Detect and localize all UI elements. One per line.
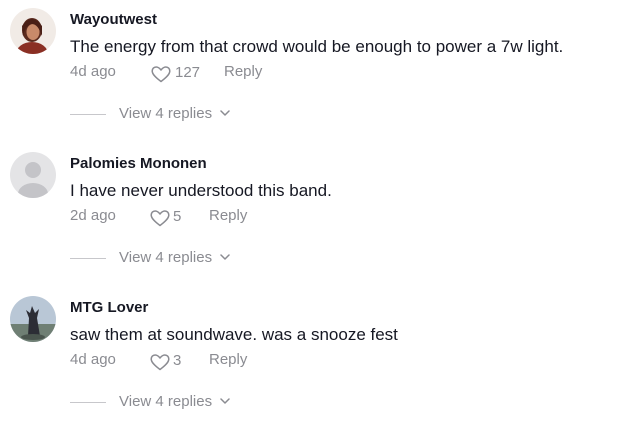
divider (70, 402, 106, 403)
heart-icon (150, 354, 170, 371)
username[interactable]: Wayoutwest (70, 11, 157, 28)
avatar[interactable] (10, 152, 56, 198)
chevron-down-icon (220, 254, 231, 260)
view-replies-label: View 4 replies (119, 105, 213, 122)
chevron-down-icon (220, 110, 231, 116)
avatar[interactable] (10, 8, 56, 54)
like-count: 5 (173, 208, 182, 225)
comment-date: 4d ago (70, 63, 116, 80)
view-replies-button[interactable]: View 4 replies (119, 105, 231, 122)
like-count: 127 (175, 64, 201, 81)
profile-photo-icon (10, 8, 56, 54)
divider (70, 114, 106, 115)
view-replies-label: View 4 replies (119, 393, 213, 410)
reply-button[interactable]: Reply (209, 351, 247, 368)
like-button[interactable]: 3 (150, 351, 186, 371)
like-count: 3 (173, 352, 182, 369)
reply-button[interactable]: Reply (209, 207, 247, 224)
divider (70, 258, 106, 259)
view-replies-row: View 4 replies (70, 249, 270, 269)
like-button[interactable]: 5 (150, 207, 186, 227)
comment-date: 2d ago (70, 207, 116, 224)
avatar[interactable] (10, 296, 56, 342)
comment-text: saw them at soundwave. was a snooze fest (70, 325, 398, 344)
like-button[interactable]: 127 (151, 63, 201, 83)
comment-item: Wayoutwest The energy from that crowd wo… (0, 0, 634, 144)
comment-text: I have never understood this band. (70, 181, 332, 200)
profile-photo-icon (10, 296, 56, 342)
view-replies-button[interactable]: View 4 replies (119, 393, 231, 410)
chevron-down-icon (220, 398, 231, 404)
heart-icon (150, 210, 170, 227)
view-replies-row: View 4 replies (70, 393, 270, 413)
view-replies-button[interactable]: View 4 replies (119, 249, 231, 266)
heart-icon (151, 66, 171, 83)
view-replies-row: View 4 replies (70, 105, 270, 125)
comment-item: Palomies Mononen I have never understood… (0, 144, 634, 288)
username[interactable]: Palomies Mononen (70, 155, 207, 172)
reply-button[interactable]: Reply (224, 63, 262, 80)
comment-date: 4d ago (70, 351, 116, 368)
view-replies-label: View 4 replies (119, 249, 213, 266)
comment-item: MTG Lover saw them at soundwave. was a s… (0, 288, 634, 432)
comment-text: The energy from that crowd would be enou… (70, 37, 564, 56)
default-avatar-icon (10, 152, 56, 198)
username[interactable]: MTG Lover (70, 299, 148, 316)
